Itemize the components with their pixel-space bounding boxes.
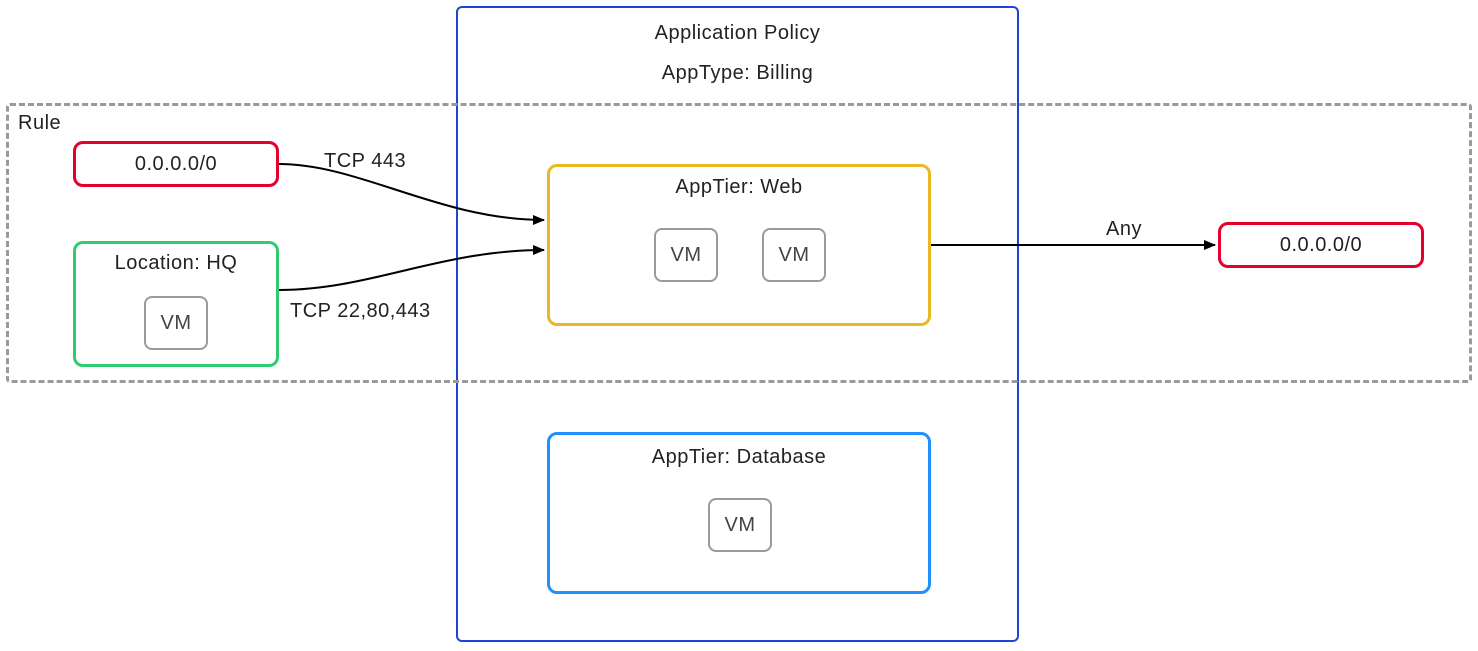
location-hq-vm: VM [144, 296, 208, 350]
apptier-web-vm1: VM [654, 228, 718, 282]
rule-label: Rule [18, 112, 61, 135]
source-any-box: 0.0.0.0/0 [73, 141, 279, 187]
vm-text: VM [161, 312, 192, 335]
application-policy-subtitle: AppType: Billing [456, 62, 1019, 85]
edge-tcp443-label: TCP 443 [324, 150, 406, 173]
edge-any-label: Any [1106, 218, 1142, 241]
dest-any-box: 0.0.0.0/0 [1218, 222, 1424, 268]
apptier-web-vm2: VM [762, 228, 826, 282]
apptier-db-label: AppTier: Database [547, 446, 931, 469]
dest-any-text: 0.0.0.0/0 [1280, 234, 1362, 257]
location-hq-label: Location: HQ [73, 252, 279, 275]
diagram-canvas: Application Policy AppType: Billing Rule… [0, 0, 1478, 651]
vm-text: VM [779, 244, 810, 267]
edge-tcpmulti-label: TCP 22,80,443 [290, 300, 431, 323]
vm-text: VM [725, 514, 756, 537]
source-any-text: 0.0.0.0/0 [135, 153, 217, 176]
apptier-db-vm: VM [708, 498, 772, 552]
apptier-web-label: AppTier: Web [547, 176, 931, 199]
application-policy-title: Application Policy [456, 22, 1019, 45]
vm-text: VM [671, 244, 702, 267]
